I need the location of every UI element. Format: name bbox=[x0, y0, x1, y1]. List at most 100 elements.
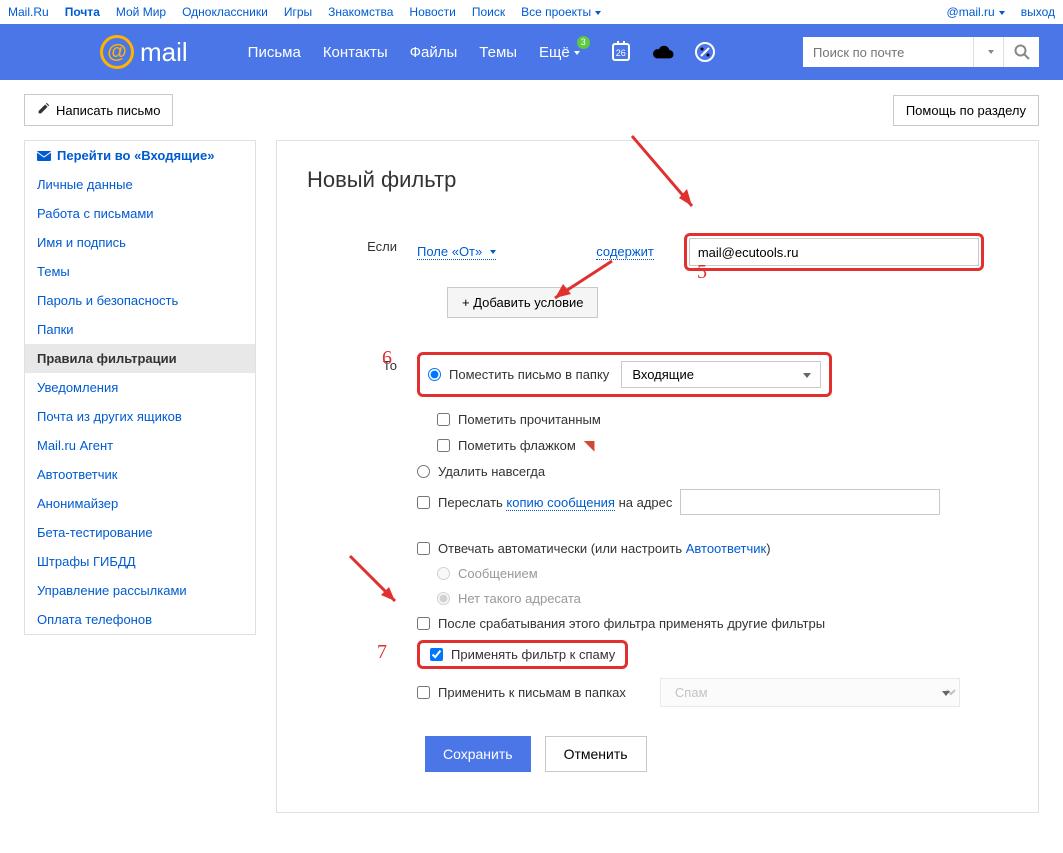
main-header: @ mail Письма Контакты Файлы Темы Ещё 3 … bbox=[0, 24, 1063, 80]
auto-reply-link[interactable]: Автоответчик bbox=[686, 541, 766, 556]
topnav-all-label: Все проекты bbox=[521, 5, 591, 19]
save-button[interactable]: Сохранить bbox=[425, 736, 531, 772]
auto-reply-checkbox[interactable] bbox=[417, 542, 430, 555]
filter-form: Новый фильтр 5 Если Поле «От» содержит bbox=[276, 140, 1039, 813]
auto-reply-row[interactable]: Отвечать автоматически (или настроить Ав… bbox=[417, 536, 1008, 561]
search-button[interactable] bbox=[1003, 37, 1039, 67]
topnav-ok[interactable]: Одноклассники bbox=[182, 5, 268, 19]
nav-files[interactable]: Файлы bbox=[410, 44, 458, 61]
chevron-down-icon bbox=[490, 250, 496, 254]
delete-forever-row[interactable]: Удалить навсегда bbox=[417, 459, 1008, 484]
envelope-icon bbox=[37, 151, 51, 161]
topnav-pochta[interactable]: Почта bbox=[65, 5, 100, 19]
cloud-icon[interactable] bbox=[652, 41, 674, 63]
highlight-6: Поместить письмо в папку Входящие bbox=[417, 352, 832, 397]
nav-themes[interactable]: Темы bbox=[479, 44, 517, 61]
action-move-folder[interactable]: Поместить письмо в папку bbox=[428, 362, 609, 387]
mark-read-row[interactable]: Пометить прочитанным bbox=[437, 407, 1008, 432]
sidebar-item-anonymizer[interactable]: Анонимайзер bbox=[25, 489, 255, 518]
sidebar-item-beta[interactable]: Бета-тестирование bbox=[25, 518, 255, 547]
topnav-mailru[interactable]: Mail.Ru bbox=[8, 5, 49, 19]
mark-flag-row[interactable]: Пометить флажком ◥ bbox=[437, 432, 1008, 459]
percent-icon[interactable] bbox=[694, 41, 716, 63]
search-scope-dropdown[interactable] bbox=[973, 37, 1003, 67]
sidebar-item-letters[interactable]: Работа с письмами bbox=[25, 199, 255, 228]
logo[interactable]: @ mail bbox=[100, 35, 188, 69]
nav-letters[interactable]: Письма bbox=[248, 44, 301, 61]
condition-row: Если Поле «От» содержит + Добавить услов… bbox=[307, 233, 1008, 348]
action-row: То Поместить письмо в папку Входящие bbox=[307, 352, 1008, 712]
chevron-down-icon bbox=[999, 11, 1005, 15]
apply-spam-row[interactable]: Применять фильтр к спаму bbox=[430, 647, 615, 662]
user-email-label: @mail.ru bbox=[947, 5, 995, 19]
forward-copy-link[interactable]: копию сообщения bbox=[506, 495, 615, 511]
action-fields: Поместить письмо в папку Входящие Помети… bbox=[417, 352, 1008, 712]
apply-spam-checkbox[interactable] bbox=[430, 648, 443, 661]
topnav-games[interactable]: Игры bbox=[284, 5, 312, 19]
help-button[interactable]: Помощь по разделу bbox=[893, 95, 1039, 126]
form-actions: Сохранить Отменить bbox=[425, 736, 1008, 772]
topnav-dating[interactable]: Знакомства bbox=[328, 5, 393, 19]
sidebar-item-fines[interactable]: Штрафы ГИБДД bbox=[25, 547, 255, 576]
sidebar-item-subscriptions[interactable]: Управление рассылками bbox=[25, 576, 255, 605]
auto-reply-text: Отвечать автоматически (или настроить Ав… bbox=[438, 541, 771, 556]
apply-other-row[interactable]: После срабатывания этого фильтра применя… bbox=[417, 611, 1008, 636]
top-nav-left: Mail.Ru Почта Мой Мир Одноклассники Игры… bbox=[8, 5, 601, 19]
forward-address-input[interactable] bbox=[680, 489, 940, 515]
sidebar-item-agent[interactable]: Mail.ru Агент bbox=[25, 431, 255, 460]
move-folder-radio[interactable] bbox=[428, 368, 441, 381]
apply-folders-row[interactable]: Применить к письмам в папках Спам bbox=[417, 673, 1008, 712]
compose-button[interactable]: Написать письмо bbox=[24, 94, 173, 126]
cancel-button[interactable]: Отменить bbox=[545, 736, 647, 772]
sidebar-item-notifications[interactable]: Уведомления bbox=[25, 373, 255, 402]
user-email[interactable]: @mail.ru bbox=[947, 5, 1005, 19]
content: Перейти во «Входящие» Личные данные Рабо… bbox=[0, 140, 1063, 853]
mark-read-checkbox[interactable] bbox=[437, 413, 450, 426]
sidebar-item-filters[interactable]: Правила фильтрации bbox=[25, 344, 255, 373]
sidebar-item-personal[interactable]: Личные данные bbox=[25, 170, 255, 199]
sidebar-item-themes[interactable]: Темы bbox=[25, 257, 255, 286]
mark-read-label: Пометить прочитанным bbox=[458, 412, 601, 427]
sidebar-item-signature[interactable]: Имя и подпись bbox=[25, 228, 255, 257]
folder-select[interactable]: Входящие bbox=[621, 361, 821, 388]
sidebar-item-external-mail[interactable]: Почта из других ящиков bbox=[25, 402, 255, 431]
topnav-search[interactable]: Поиск bbox=[472, 5, 505, 19]
chevron-down-icon bbox=[595, 11, 601, 15]
search-input[interactable] bbox=[803, 37, 973, 67]
calendar-icon[interactable]: 26 bbox=[610, 41, 632, 63]
apply-other-label: После срабатывания этого фильтра применя… bbox=[438, 616, 825, 631]
calendar-date: 26 bbox=[612, 43, 630, 61]
apply-other-checkbox[interactable] bbox=[417, 617, 430, 630]
sidebar-item-autoresponder[interactable]: Автоответчик bbox=[25, 460, 255, 489]
sidebar-item-security[interactable]: Пароль и безопасность bbox=[25, 286, 255, 315]
field-from-dropdown[interactable]: Поле «От» bbox=[417, 244, 496, 260]
topnav-all[interactable]: Все проекты bbox=[521, 5, 601, 19]
mark-flag-label: Пометить флажком bbox=[458, 438, 576, 453]
forward-checkbox[interactable] bbox=[417, 496, 430, 509]
apply-folders-checkbox[interactable] bbox=[417, 686, 430, 699]
forward-row[interactable]: Переслать копию сообщения на адрес bbox=[417, 484, 1008, 520]
delete-forever-radio[interactable] bbox=[417, 465, 430, 478]
compose-icon bbox=[37, 102, 50, 118]
sidebar-item-folders[interactable]: Папки bbox=[25, 315, 255, 344]
topnav-news[interactable]: Новости bbox=[409, 5, 455, 19]
add-condition-button[interactable]: + Добавить условие bbox=[447, 287, 598, 318]
topnav-moimir[interactable]: Мой Мир bbox=[116, 5, 166, 19]
nav-more-label: Ещё bbox=[539, 44, 570, 61]
condition-value-input[interactable] bbox=[689, 238, 979, 266]
nav-more[interactable]: Ещё 3 bbox=[539, 44, 580, 61]
chevron-down-icon bbox=[574, 51, 580, 55]
auto-reply-post: ) bbox=[766, 541, 770, 556]
contains-dropdown[interactable]: содержит bbox=[596, 244, 654, 260]
chevron-down-icon bbox=[988, 50, 994, 54]
nav-contacts[interactable]: Контакты bbox=[323, 44, 388, 61]
apply-folders-select: Спам bbox=[660, 678, 960, 707]
logout-link[interactable]: выход bbox=[1021, 5, 1055, 19]
sidebar-item-phone-pay[interactable]: Оплата телефонов bbox=[25, 605, 255, 634]
reply-noaddr-row: Нет такого адресата bbox=[437, 586, 1008, 611]
mark-flag-checkbox[interactable] bbox=[437, 439, 450, 452]
reply-noaddr-radio bbox=[437, 592, 450, 605]
sidebar-inbox[interactable]: Перейти во «Входящие» bbox=[25, 141, 255, 170]
reply-message-row: Сообщением bbox=[437, 561, 1008, 586]
condition-fields: Поле «От» содержит + Добавить условие bbox=[417, 233, 1008, 348]
